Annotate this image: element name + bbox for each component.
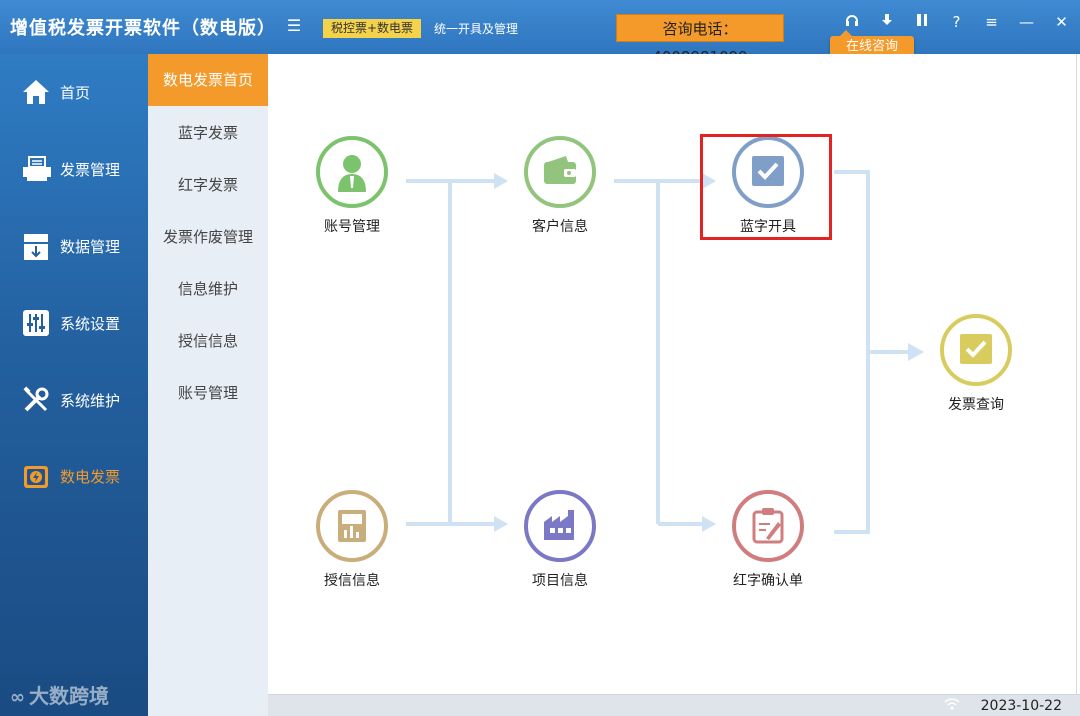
book-icon[interactable] [904, 10, 939, 34]
status-date: 2023-10-22 [980, 698, 1062, 714]
minimize-icon[interactable]: — [1009, 10, 1044, 34]
tools-icon [22, 386, 50, 414]
app-title: 增值税发票开票软件（数电版） [10, 18, 276, 39]
titlebar-icons: ? ≡ — ✕ [834, 10, 1079, 34]
nav-item-system-settings[interactable]: 系统设置 [0, 293, 148, 353]
flow-node-customer[interactable]: 客户信息 [500, 136, 620, 236]
project-node-circle [524, 490, 596, 562]
data-icon [22, 232, 50, 260]
node-label: 发票查询 [948, 397, 1004, 413]
clipboard-pen-icon [746, 504, 790, 548]
nav-item-label: 发票管理 [60, 161, 121, 179]
highlight-box [700, 134, 832, 240]
customer-node-circle [524, 136, 596, 208]
flow-node-project[interactable]: 项目信息 [500, 490, 620, 590]
watermark-text: 大数跨境 [29, 684, 109, 708]
node-label: 项目信息 [532, 573, 588, 589]
nav-item-label: 首页 [60, 84, 91, 102]
status-bar: 2023-10-22 [268, 694, 1080, 716]
submenu-item-digital-home[interactable]: 数电发票首页 [148, 54, 268, 106]
node-label: 授信信息 [324, 573, 380, 589]
factory-icon [538, 504, 582, 548]
wallet-icon [538, 150, 582, 194]
node-label: 客户信息 [532, 219, 588, 235]
digital-invoice-icon [22, 462, 50, 490]
submenu-item-red-invoice[interactable]: 红字发票 [148, 159, 268, 211]
red-confirm-node-circle [732, 490, 804, 562]
wifi-icon [944, 697, 960, 715]
nav-item-label: 数据管理 [60, 238, 121, 256]
close-icon[interactable]: ✕ [1044, 10, 1079, 34]
home-icon [22, 78, 50, 106]
submenu-item-credit-info[interactable]: 授信信息 [148, 315, 268, 367]
submenu: 数电发票首页 蓝字发票 红字发票 发票作废管理 信息维护 授信信息 账号管理 [148, 54, 268, 716]
check-search-icon [954, 328, 998, 372]
flow-node-invoice-query[interactable]: 发票查询 [916, 314, 1036, 414]
submenu-item-void-management[interactable]: 发票作废管理 [148, 211, 268, 263]
nav-item-digital-invoice[interactable]: 数电发票 [0, 446, 148, 506]
person-icon [330, 150, 374, 194]
menu-icon[interactable]: ≡ [974, 10, 1009, 34]
left-nav: 首页 发票管理 数据管理 系统设置 系统维护 数电发票 ∞ 大数跨境 [0, 54, 148, 716]
node-label: 红字确认单 [733, 573, 803, 589]
invoice-type-badge: 税控票+数电票 [323, 19, 422, 38]
window-edge-divider [1076, 54, 1077, 694]
nav-item-invoice-management[interactable]: 发票管理 [0, 139, 148, 199]
nav-item-label: 系统设置 [60, 315, 121, 333]
nav-item-home[interactable]: 首页 [0, 62, 148, 122]
account-node-circle [316, 136, 388, 208]
consult-phone: 咨询电话：4008981099 [616, 14, 784, 66]
list-menu-icon[interactable]: ☰ [285, 17, 303, 35]
flow-panel: 账号管理 客户信息 蓝字开具 发票查询 授信信息 项目信息 红字确认单 [268, 54, 1080, 694]
invoice-query-node-circle [940, 314, 1012, 386]
nav-item-label: 系统维护 [60, 392, 121, 410]
flow-node-red-confirm[interactable]: 红字确认单 [708, 490, 828, 590]
nav-item-label: 数电发票 [60, 468, 121, 486]
node-label: 账号管理 [324, 219, 380, 235]
badge-description: 统一开具及管理 [434, 22, 519, 36]
submenu-item-blue-invoice[interactable]: 蓝字发票 [148, 107, 268, 159]
submenu-item-info-maintenance[interactable]: 信息维护 [148, 263, 268, 315]
help-icon[interactable]: ? [939, 10, 974, 34]
watermark: ∞ 大数跨境 [10, 680, 109, 709]
watermark-logo-icon: ∞ [10, 687, 25, 708]
title-bar: 增值税发票开票软件（数电版） ☰ 税控票+数电票 统一开具及管理 咨询电话：40… [0, 0, 1080, 66]
chart-doc-icon [330, 504, 374, 548]
app-window: 增值税发票开票软件（数电版） ☰ 税控票+数电票 统一开具及管理 咨询电话：40… [0, 0, 1080, 716]
credit-node-circle [316, 490, 388, 562]
nav-item-system-maintenance[interactable]: 系统维护 [0, 370, 148, 430]
printer-icon [22, 155, 51, 183]
download-icon[interactable] [869, 10, 904, 34]
flow-node-account[interactable]: 账号管理 [292, 136, 412, 236]
nav-item-data-management[interactable]: 数据管理 [0, 216, 148, 276]
submenu-item-account-management[interactable]: 账号管理 [148, 367, 268, 419]
sliders-icon [22, 309, 50, 337]
flow-node-credit[interactable]: 授信信息 [292, 490, 412, 590]
